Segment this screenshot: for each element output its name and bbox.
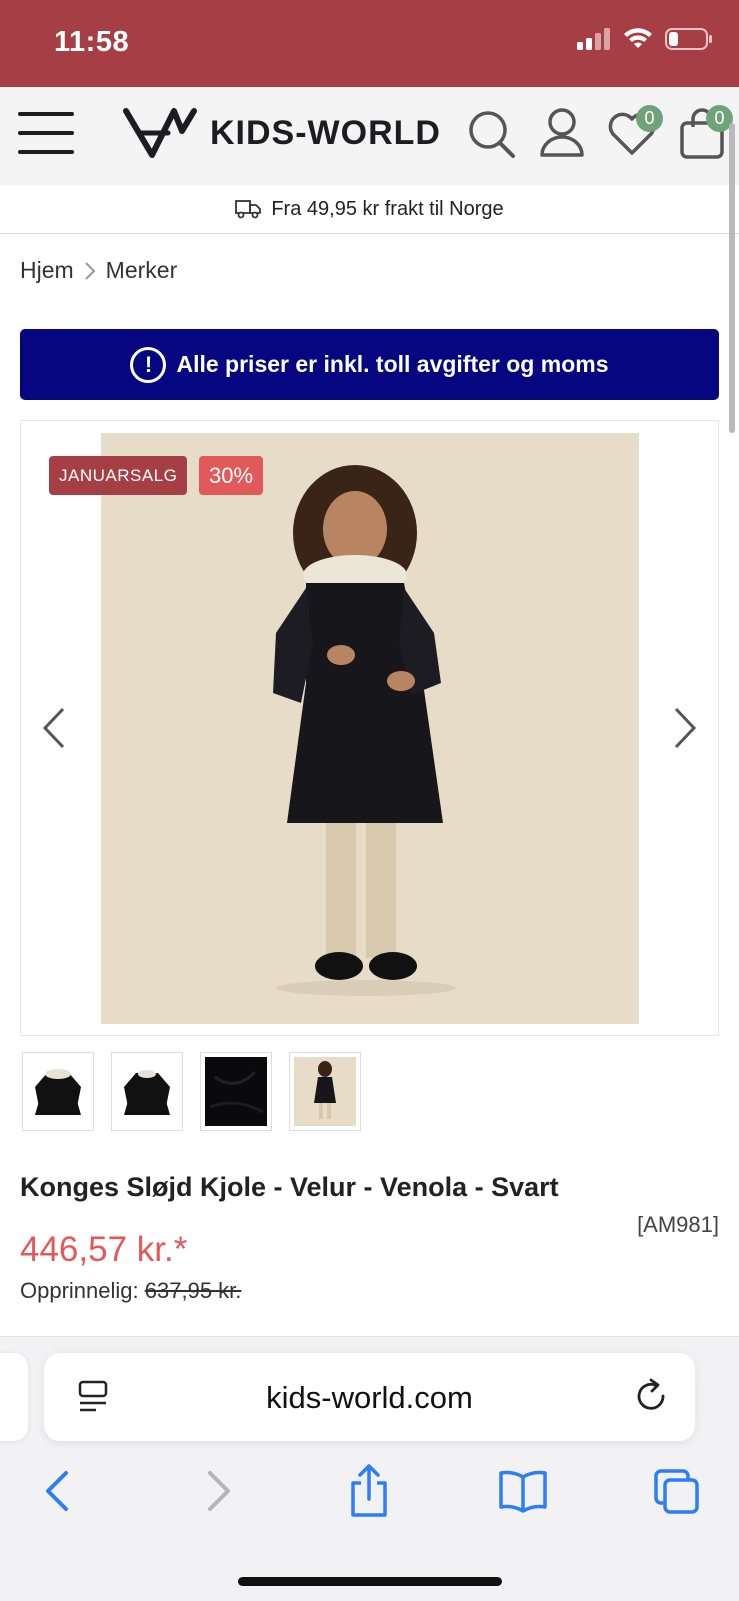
header-actions: 0 0 bbox=[467, 105, 733, 161]
thumbnail-fabric-detail[interactable] bbox=[200, 1052, 272, 1131]
product-title: Konges Sløjd Kjole - Velur - Venola - Sv… bbox=[20, 1172, 559, 1202]
share-icon[interactable] bbox=[344, 1463, 394, 1519]
home-indicator[interactable] bbox=[238, 1577, 502, 1586]
browser-nav-buttons bbox=[0, 1463, 739, 1529]
notice-text: Alle priser er inkl. toll avgifter og mo… bbox=[176, 351, 609, 377]
forward-icon[interactable] bbox=[192, 1463, 242, 1519]
kids-world-logo-icon bbox=[123, 108, 197, 158]
status-time: 11:58 bbox=[54, 26, 130, 58]
shipping-info-bar: Fra 49,95 kr frakt til Norge bbox=[0, 185, 739, 234]
reload-icon[interactable] bbox=[633, 1377, 669, 1415]
breadcrumb-brands[interactable]: Merker bbox=[106, 257, 178, 284]
search-icon[interactable] bbox=[467, 105, 517, 161]
original-price-label: Opprinnelig: bbox=[20, 1278, 139, 1303]
product-price: 446,57 kr.* bbox=[20, 1230, 188, 1269]
battery-icon bbox=[665, 28, 712, 50]
chevron-right-icon bbox=[84, 261, 96, 280]
bookmarks-book-icon[interactable] bbox=[498, 1463, 548, 1519]
wishlist-heart-icon[interactable]: 0 bbox=[607, 105, 663, 161]
back-icon[interactable] bbox=[34, 1463, 84, 1519]
thumbnail-strip bbox=[22, 1052, 361, 1131]
breadcrumb: Hjem Merker bbox=[20, 257, 177, 284]
delivery-truck-icon bbox=[235, 200, 262, 219]
page-scrollbar[interactable] bbox=[729, 123, 735, 433]
next-image-arrow-icon[interactable] bbox=[664, 703, 704, 753]
address-bar[interactable]: kids-world.com bbox=[44, 1353, 695, 1441]
product-main-image[interactable] bbox=[101, 433, 639, 1024]
breadcrumb-home[interactable]: Hjem bbox=[20, 257, 74, 284]
thumbnail-model[interactable] bbox=[289, 1052, 361, 1131]
status-icons bbox=[577, 28, 713, 50]
wishlist-count-badge: 0 bbox=[636, 105, 663, 132]
product-sku: [AM981] bbox=[637, 1212, 719, 1237]
browser-toolbar: kids-world.com bbox=[0, 1336, 739, 1601]
signal-icon bbox=[577, 28, 610, 50]
sale-tag: JANUARSALG bbox=[49, 456, 188, 495]
thumbnail-dress-back[interactable] bbox=[111, 1052, 183, 1131]
previous-image-arrow-icon[interactable] bbox=[35, 703, 75, 753]
original-price-value: 637,95 kr. bbox=[144, 1278, 242, 1303]
account-icon[interactable] bbox=[537, 105, 587, 161]
previous-tab-peek[interactable] bbox=[0, 1353, 28, 1441]
tabs-icon[interactable] bbox=[652, 1463, 702, 1519]
wifi-icon bbox=[624, 28, 652, 48]
product-gallery: JANUARSALG 30% bbox=[20, 420, 719, 1036]
logo-text: KIDS-WORLD bbox=[210, 113, 441, 152]
original-price: Opprinnelig: 637,95 kr. bbox=[20, 1278, 241, 1304]
discount-tag: 30% bbox=[199, 456, 264, 495]
url-text: kids-world.com bbox=[266, 1380, 473, 1415]
customs-notice-banner: ! Alle priser er inkl. toll avgifter og … bbox=[20, 329, 719, 400]
site-logo[interactable]: KIDS-WORLD bbox=[122, 105, 441, 161]
thumbnail-dress-front[interactable] bbox=[22, 1052, 94, 1131]
site-header: KIDS-WORLD 0 0 bbox=[0, 87, 739, 185]
cart-bag-icon[interactable]: 0 bbox=[677, 105, 733, 161]
hamburger-menu-icon[interactable] bbox=[18, 112, 74, 160]
exclamation-icon: ! bbox=[130, 346, 167, 383]
status-bar: 11:58 bbox=[0, 0, 739, 87]
shipping-text: Fra 49,95 kr frakt til Norge bbox=[271, 197, 504, 220]
